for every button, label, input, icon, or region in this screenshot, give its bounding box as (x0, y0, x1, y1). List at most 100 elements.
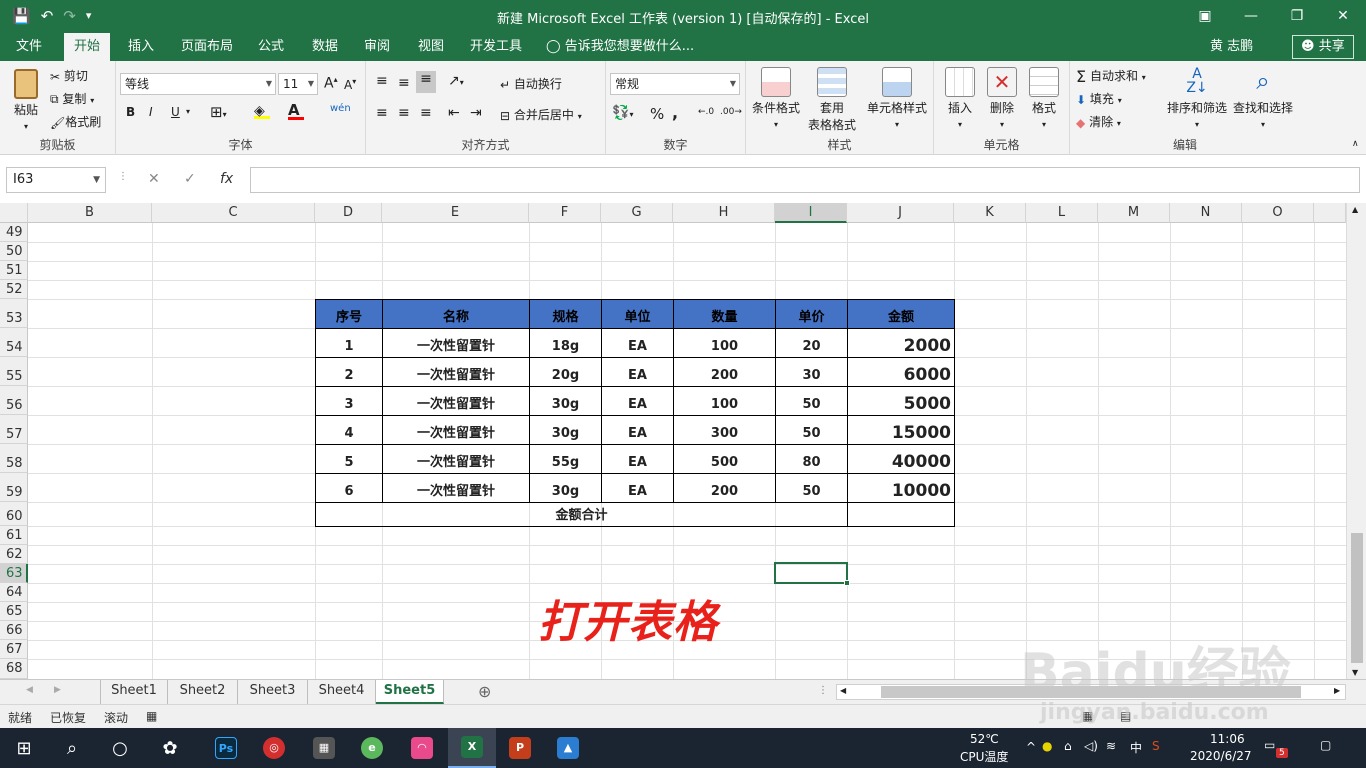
column-header-o[interactable]: O (1242, 203, 1314, 223)
align-middle-icon[interactable]: ≡ (398, 75, 410, 91)
insert-function-icon[interactable]: fx (220, 171, 233, 187)
fill-handle[interactable] (844, 580, 850, 586)
column-header-j[interactable]: J (847, 203, 954, 223)
show-hidden-icons-icon[interactable]: ^ (1026, 740, 1036, 754)
name-box[interactable]: I63 ▼ (6, 167, 106, 193)
header-cell[interactable]: 单位 (601, 299, 674, 329)
row-header[interactable]: 51 (0, 261, 28, 280)
clock-time[interactable]: 11:06 (1210, 732, 1245, 746)
borders-icon[interactable]: ⊞▾ (210, 103, 227, 121)
scroll-down-icon[interactable]: ▼ (1352, 668, 1358, 677)
more-icon[interactable]: ⋮ (818, 685, 828, 696)
cut-button[interactable]: ✂ 剪切 (50, 67, 88, 84)
row-header[interactable]: 53 (0, 299, 28, 328)
amount-cell[interactable]: 2000 (847, 328, 955, 358)
active-cell-selection[interactable] (774, 562, 850, 586)
merge-center-button[interactable]: ⊟ 合并后居中 ▾ (500, 106, 582, 123)
delete-cells-button[interactable]: ✕ 删除 ▾ (984, 67, 1020, 130)
taskbar-app-calculator[interactable]: ▦ (300, 728, 348, 768)
column-header-h[interactable]: H (673, 203, 775, 223)
row-header[interactable]: 56 (0, 386, 28, 415)
cell[interactable]: 20 (775, 328, 848, 358)
sheet-tab-5[interactable]: Sheet5 (376, 680, 444, 704)
shrink-font-button[interactable]: A▾ (344, 77, 356, 92)
cell[interactable]: 200 (673, 357, 776, 387)
cell[interactable]: 50 (775, 386, 848, 416)
row-header[interactable]: 55 (0, 357, 28, 386)
column-header-c[interactable]: C (152, 203, 315, 223)
enter-icon[interactable]: ✓ (184, 171, 196, 187)
volume-icon[interactable]: ◁) (1084, 739, 1098, 753)
tab-formulas[interactable]: 公式 (248, 33, 294, 61)
cell-styles-button[interactable]: 单元格样式 ▾ (864, 67, 930, 130)
wifi-icon[interactable]: ≋ (1106, 739, 1116, 753)
scroll-right-icon[interactable]: ▶ (1334, 686, 1340, 695)
cell[interactable]: 18g (529, 328, 602, 358)
row-header[interactable]: 57 (0, 415, 28, 444)
comma-button[interactable]: , (672, 103, 678, 122)
cell[interactable]: 80 (775, 444, 848, 474)
row-header[interactable]: 61 (0, 526, 28, 545)
cell[interactable]: 一次性留置针 (382, 444, 530, 474)
column-header-m[interactable]: M (1098, 203, 1170, 223)
percent-button[interactable]: % (650, 105, 664, 123)
cell[interactable]: EA (601, 415, 674, 445)
row-header[interactable]: 49 (0, 223, 28, 242)
cell[interactable]: 一次性留置针 (382, 415, 530, 445)
taskbar-app-photoshop[interactable]: Ps (202, 728, 250, 768)
start-button[interactable]: ⊞ (0, 728, 48, 768)
format-as-table-button[interactable]: 套用 表格格式 (804, 67, 860, 133)
scrollbar-thumb[interactable] (1351, 533, 1363, 663)
wrap-text-button[interactable]: ↵ 自动换行 (500, 75, 562, 92)
row-header[interactable]: 64 (0, 583, 28, 602)
italic-button[interactable]: I (149, 105, 153, 119)
cell[interactable]: 一次性留置针 (382, 386, 530, 416)
cell[interactable]: 30g (529, 415, 602, 445)
ime-indicator[interactable]: 中 (1130, 739, 1142, 756)
search-button[interactable]: ⌕ (48, 728, 96, 768)
amount-cell[interactable]: 40000 (847, 444, 955, 474)
cancel-icon[interactable]: ✕ (148, 171, 160, 187)
font-size-select[interactable]: 11 ▼ (278, 73, 318, 95)
row-header[interactable]: 54 (0, 328, 28, 357)
cell[interactable]: EA (601, 328, 674, 358)
column-header-b[interactable]: B (28, 203, 152, 223)
align-left-icon[interactable]: ≡ (376, 105, 388, 121)
accounting-format-icon[interactable]: 💱▾ (612, 105, 633, 121)
sheet-tab-3[interactable]: Sheet3 (238, 680, 308, 704)
cell[interactable]: EA (601, 444, 674, 474)
cell[interactable]: 55g (529, 444, 602, 474)
sheet-tab-1[interactable]: Sheet1 (100, 680, 168, 704)
cell[interactable]: 500 (673, 444, 776, 474)
total-label-cell[interactable]: 金额合计 (315, 502, 848, 527)
row-header[interactable]: 52 (0, 280, 28, 299)
clear-button[interactable]: ◆ 清除 ▾ (1076, 113, 1121, 130)
cell[interactable]: 1 (315, 328, 383, 358)
formula-input[interactable] (250, 167, 1360, 193)
cell[interactable]: 6 (315, 473, 383, 503)
header-cell[interactable]: 单价 (775, 299, 848, 329)
macro-record-icon[interactable]: ▦ (146, 709, 157, 723)
cell[interactable]: 一次性留置针 (382, 328, 530, 358)
maximize-button[interactable]: ❐ (1274, 0, 1320, 33)
row-header[interactable]: 62 (0, 545, 28, 564)
column-header-i[interactable]: I (775, 203, 847, 223)
notifications-icon[interactable]: ▭ (1264, 738, 1275, 752)
cell[interactable]: 100 (673, 386, 776, 416)
row-header[interactable]: 60 (0, 502, 28, 526)
header-cell[interactable]: 序号 (315, 299, 383, 329)
increase-indent-icon[interactable]: ⇥ (470, 105, 482, 121)
sogou-ime-icon[interactable]: S (1152, 739, 1160, 753)
format-cells-button[interactable]: 格式 ▾ (1026, 67, 1062, 130)
taskbar-app-photos[interactable]: ▲ (544, 728, 592, 768)
row-header[interactable]: 68 (0, 659, 28, 679)
row-header[interactable]: 67 (0, 640, 28, 659)
amount-cell[interactable]: 15000 (847, 415, 955, 445)
align-top-icon[interactable]: ≡ (376, 73, 388, 89)
scroll-left-icon[interactable]: ◀ (840, 686, 846, 695)
cell[interactable]: 4 (315, 415, 383, 445)
cell[interactable]: 50 (775, 415, 848, 445)
row-header[interactable]: 50 (0, 242, 28, 261)
worksheet-grid[interactable]: B C D E F G H I J K L M N O 49 50 51 52 … (0, 203, 1366, 679)
font-color-icon[interactable]: A (288, 101, 304, 120)
